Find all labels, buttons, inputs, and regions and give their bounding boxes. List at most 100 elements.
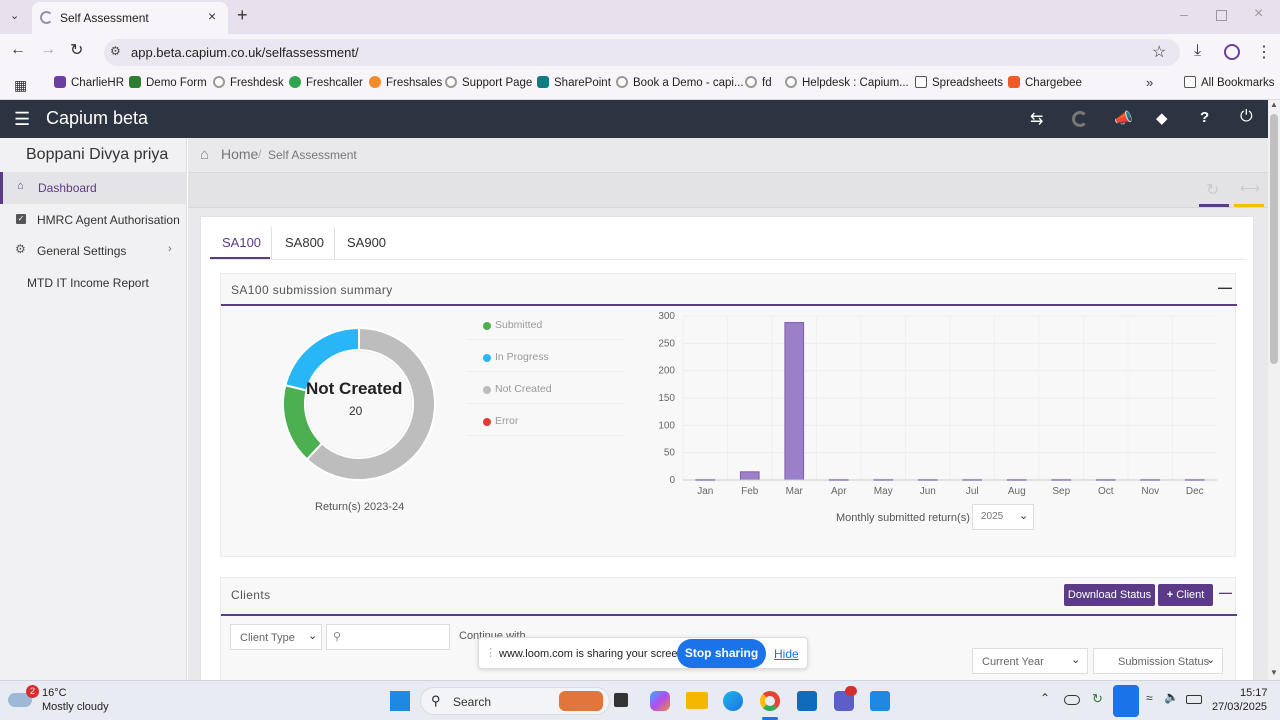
book-demo-icon — [616, 76, 628, 88]
chrome-icon[interactable] — [760, 691, 780, 711]
submission-status-select[interactable]: Submission Status ⌄ — [1093, 648, 1223, 674]
taskbar-search[interactable]: ⚲ Search — [420, 687, 610, 715]
submission-status-value: Submission Status — [1118, 656, 1210, 668]
breadcrumb-home[interactable]: Home — [221, 146, 258, 162]
sidebar-item-mtd-it-income-report[interactable]: MTD IT Income Report — [0, 267, 187, 299]
scroll-up-icon[interactable]: ▲ — [1270, 100, 1278, 109]
collapse-icon[interactable]: — — [1219, 585, 1232, 600]
new-tab-icon[interactable]: + — [237, 5, 248, 26]
apps-grid-icon[interactable]: ▦ — [14, 77, 27, 94]
yellow-underline — [1234, 204, 1264, 207]
bookmark-freshdesk[interactable]: Freshdesk — [213, 76, 284, 89]
bookmark-spreadsheets[interactable]: Spreadsheets — [915, 76, 1003, 89]
bookmark-chargebee[interactable]: Chargebee — [1008, 76, 1082, 89]
wifi-icon[interactable]: ≈ — [1146, 691, 1153, 705]
tab-list-chevron-icon[interactable]: ⌄ — [10, 9, 19, 22]
drag-handle-icon[interactable]: ⋮ — [485, 646, 496, 659]
tab-close-icon[interactable]: × — [208, 8, 216, 24]
volume-icon[interactable]: 🔈 — [1164, 690, 1179, 704]
bookmark-star-icon[interactable]: ☆ — [1152, 42, 1166, 62]
scroll-down-icon[interactable]: ▼ — [1270, 668, 1278, 677]
browser-menu-icon[interactable]: ⋮ — [1256, 42, 1272, 62]
x-tick-label: Nov — [1141, 486, 1159, 497]
x-tick-label: Oct — [1098, 486, 1114, 497]
reload-icon[interactable]: ↻ — [70, 40, 83, 60]
x-tick-label: Feb — [741, 486, 759, 497]
outlook-icon[interactable] — [797, 691, 817, 711]
more-bookmarks-icon[interactable]: » — [1146, 75, 1153, 90]
fd-icon — [745, 76, 757, 88]
download-icon[interactable]: ⤓ — [1194, 42, 1201, 60]
bookmark-support-page[interactable]: Support Page — [445, 76, 532, 89]
tab-sa100[interactable]: SA100 — [210, 225, 270, 259]
sync-icon[interactable]: ↻ — [1092, 691, 1103, 707]
bookmark-demo-form[interactable]: Demo Form — [129, 76, 207, 89]
bar-feb[interactable] — [739, 471, 760, 481]
page-scrollbar[interactable]: ▲ ▼ — [1268, 100, 1280, 680]
collapse-icon[interactable]: — — [1218, 279, 1232, 295]
bookmark-charliehr[interactable]: CharlieHR — [54, 76, 124, 89]
back-icon[interactable]: ← — [10, 41, 26, 59]
year-select[interactable]: 2025 ⌄ — [972, 504, 1034, 530]
bookmark-book-demo[interactable]: Book a Demo - capi... — [616, 76, 744, 89]
microphone-icon[interactable] — [1113, 685, 1139, 717]
windows-start-icon[interactable] — [390, 691, 410, 711]
red-dot-icon — [483, 418, 491, 426]
help-icon[interactable]: ? — [1200, 109, 1209, 126]
client-search-input[interactable]: ⚲ — [326, 624, 450, 650]
restore-icon[interactable] — [1216, 10, 1227, 21]
stop-sharing-button[interactable]: Stop sharing — [677, 639, 766, 668]
minimize-icon[interactable]: – — [1180, 6, 1188, 22]
browser-tab[interactable]: Self Assessment × — [32, 2, 228, 34]
copilot-icon[interactable] — [650, 691, 670, 711]
sidebar-item-general-settings[interactable]: ⚙ General Settings › — [0, 235, 187, 267]
task-view-icon[interactable] — [614, 693, 628, 707]
bar-mar[interactable] — [784, 322, 805, 481]
hamburger-menu-icon[interactable]: ☰ — [14, 109, 30, 130]
y-tick-label: 300 — [658, 311, 675, 322]
tab-sa900[interactable]: SA900 — [335, 225, 395, 259]
power-icon[interactable]: ⏻ — [1240, 108, 1253, 126]
tray-chevron-icon[interactable]: ⌃ — [1040, 691, 1050, 705]
sidebar-item-hmrc-agent-authorisation[interactable]: ✓ HMRC Agent Authorisation — [0, 204, 187, 236]
expand-icon[interactable]: ⟷ — [1240, 180, 1260, 197]
hide-link[interactable]: Hide — [774, 647, 799, 661]
file-explorer-icon[interactable] — [686, 692, 708, 709]
announcement-icon[interactable]: 📣 — [1114, 109, 1133, 127]
donut-caption: Return(s) 2023-24 — [315, 501, 405, 513]
url-field[interactable]: ⚙ app.beta.capium.co.uk/selfassessment/ … — [104, 39, 1180, 66]
current-year-select[interactable]: Current Year ⌄ — [972, 648, 1088, 674]
window-close-icon[interactable]: × — [1254, 5, 1263, 23]
capium-logo-icon[interactable] — [1072, 111, 1088, 127]
x-tick-label: Apr — [831, 486, 847, 497]
profile-icon[interactable] — [1224, 44, 1240, 60]
switch-icon[interactable]: ⇆ — [1030, 109, 1043, 129]
bookmark-freshcaller[interactable]: Freshcaller — [289, 76, 363, 89]
forward-icon[interactable]: → — [40, 41, 56, 59]
edge-icon[interactable] — [723, 691, 743, 711]
bookmark-fd[interactable]: fd — [745, 76, 772, 89]
search-highlight-icon — [559, 691, 603, 711]
store-icon[interactable] — [870, 691, 890, 711]
download-status-button[interactable]: Download Status — [1064, 584, 1155, 606]
chargebee-icon — [1008, 76, 1020, 88]
battery-icon[interactable] — [1186, 695, 1202, 704]
add-client-button[interactable]: + Client — [1158, 584, 1213, 606]
tab-label: SA900 — [347, 235, 387, 250]
bookmark-helpdesk[interactable]: Helpdesk : Capium... — [785, 76, 909, 89]
demo-form-icon — [129, 76, 141, 88]
support-page-icon — [445, 76, 457, 88]
chevron-down-icon: ⌄ — [1071, 654, 1081, 666]
client-type-select[interactable]: Client Type ⌄ — [230, 624, 322, 650]
sidebar-item-dashboard[interactable]: ⌂ Dashboard — [0, 172, 187, 204]
bookmark-sharepoint[interactable]: SharePoint — [537, 76, 611, 89]
all-bookmarks[interactable]: All Bookmarks — [1184, 76, 1275, 89]
bookmark-freshsales[interactable]: Freshsales — [369, 76, 442, 89]
tag-icon[interactable]: ◆ — [1156, 109, 1168, 127]
refresh-icon[interactable]: ↻ — [1206, 180, 1219, 200]
site-info-icon[interactable]: ⚙ — [110, 44, 121, 58]
scroll-thumb[interactable] — [1270, 114, 1278, 364]
legend-label: Submitted — [495, 319, 543, 331]
onedrive-icon[interactable] — [1064, 695, 1080, 705]
tab-sa800[interactable]: SA800 — [272, 225, 332, 259]
